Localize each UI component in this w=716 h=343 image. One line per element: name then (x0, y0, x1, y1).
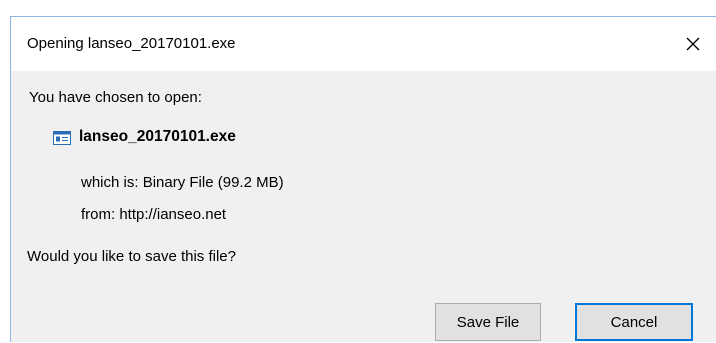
dialog-titlebar[interactable]: Opening lanseo_20170101.exe (11, 17, 716, 71)
open-prompt: You have chosen to open: (29, 89, 202, 106)
cancel-button[interactable]: Cancel (575, 303, 693, 341)
save-question: Would you like to save this file? (27, 248, 236, 265)
file-type-value: Binary File (99.2 MB) (142, 174, 284, 191)
executable-file-icon (53, 131, 71, 145)
file-type-row: which is: Binary File (99.2 MB) (81, 174, 284, 191)
download-dialog: Opening lanseo_20170101.exe You have cho… (10, 16, 716, 342)
save-file-button[interactable]: Save File (435, 303, 541, 341)
close-button[interactable] (670, 17, 716, 71)
dialog-body: You have chosen to open: lanseo_20170101… (11, 71, 716, 343)
file-source-row: from: http://ianseo.net (81, 206, 226, 223)
file-name: lanseo_20170101.exe (79, 128, 236, 145)
file-type-label: which is: (81, 174, 139, 191)
file-source-value: http://ianseo.net (119, 206, 227, 223)
file-source-label: from: (81, 206, 116, 223)
close-icon (686, 37, 700, 51)
dialog-title: Opening lanseo_20170101.exe (27, 35, 236, 52)
